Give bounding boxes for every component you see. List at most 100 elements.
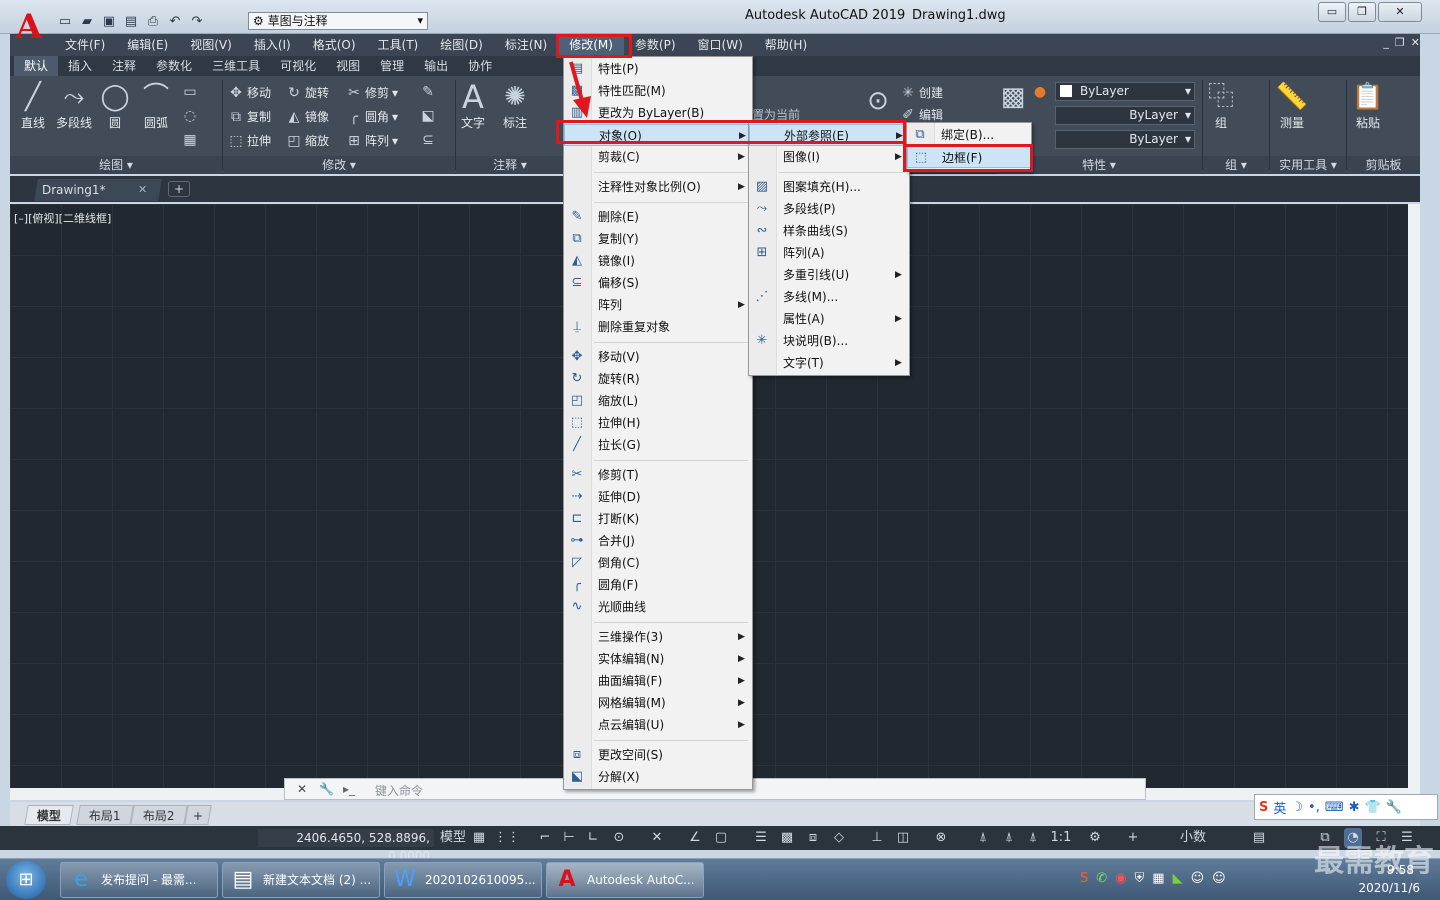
modify-menu-item[interactable]: ◭ 镜像(I) — [564, 250, 752, 272]
color-wheel[interactable]: ● — [1032, 84, 1048, 100]
sogou-tray-icon[interactable]: S — [1080, 871, 1088, 886]
network-icon[interactable]: ▦ — [1152, 871, 1164, 886]
modify-menu-item[interactable]: ⊏ 打断(K) — [564, 508, 752, 530]
dynamic-ucs-icon[interactable]: ⊥ — [868, 828, 886, 848]
isodraft-icon[interactable]: ✕ — [648, 828, 666, 848]
modify-menu-item[interactable]: ⬚ 拉伸(H) — [564, 412, 752, 434]
modify-menu-item[interactable]: ╱ 拉长(G) — [564, 434, 752, 456]
object-menu-item[interactable]: ✳ 块说明(B)... — [749, 330, 909, 352]
modify-menu-item[interactable]: ⍊ 删除重复对象 — [564, 316, 752, 338]
3d-osnap-icon[interactable]: ◇ — [830, 828, 848, 848]
shield-icon[interactable]: ⛨ — [1135, 871, 1145, 886]
menu-parametric[interactable]: 参数(P) — [624, 34, 687, 56]
qq-icon-2[interactable]: ☺ — [1212, 871, 1226, 886]
selection-cycling-icon[interactable]: ⧈ — [804, 828, 822, 848]
group-panel-title[interactable]: 组 ▾ — [1203, 156, 1269, 174]
tab-default[interactable]: 默认 — [14, 56, 59, 76]
object-menu-item[interactable]: ⋰ 多线(M)... — [749, 286, 909, 308]
units-select[interactable]: 小数 — [1178, 828, 1208, 848]
taskbar-ie[interactable]: e 发布提问 - 最需... — [60, 862, 218, 898]
object-menu-item[interactable]: ⤳ 多段线(P) — [749, 198, 909, 220]
transparency-icon[interactable]: ▩ — [778, 828, 796, 848]
trim-button[interactable]: ✂ 修剪 ▾ — [346, 84, 398, 101]
linetype-select[interactable]: ByLayer — [1055, 106, 1195, 125]
tab-visualize[interactable]: 可视化 — [270, 56, 326, 76]
dimension-button[interactable]: ✺ 标注 — [498, 80, 532, 131]
selection-filter-icon[interactable]: ◫ — [894, 828, 912, 848]
set-current-layer-button[interactable]: 置为当前 — [752, 106, 800, 123]
menu-file[interactable]: 文件(F) — [54, 34, 116, 56]
menu-dimension[interactable]: 标注(N) — [494, 34, 558, 56]
command-input[interactable]: 键入命令 — [375, 782, 423, 799]
modify-menu-item[interactable]: ⊶ 合并(J) — [564, 530, 752, 552]
tab-annotate[interactable]: 注释 — [102, 56, 146, 76]
object-menu-item[interactable]: 文字(T) ▶ — [749, 352, 909, 374]
modify-menu-item[interactable]: ⬕ 分解(X) — [564, 766, 752, 788]
offset-button[interactable]: ⊆ — [420, 132, 436, 148]
gear-icon[interactable]: ⚙ — [1086, 828, 1104, 848]
menu-help[interactable]: 帮助(H) — [754, 34, 818, 56]
gizmo-icon[interactable]: ⊗ — [932, 828, 950, 848]
ime-language-toggle[interactable]: 英 — [1273, 798, 1286, 817]
modify-menu-item[interactable]: ↻ 旋转(R) — [564, 368, 752, 390]
add-icon[interactable]: + — [1124, 828, 1142, 848]
object-snap-icon[interactable]: ▢ — [712, 828, 730, 848]
start-button[interactable]: ⊞ — [6, 861, 46, 899]
wechat-icon[interactable]: ✆ — [1096, 871, 1107, 886]
tab-model[interactable]: 模型 — [24, 805, 74, 825]
modify-menu-item[interactable]: 剪裁(C) ▶ — [564, 146, 752, 168]
object-menu-item[interactable]: 图像(I) ▶ — [749, 146, 909, 168]
tab-insert[interactable]: 插入 — [58, 56, 102, 76]
taskbar-notepad[interactable]: ▤ 新建文本文档 (2) ... — [222, 862, 380, 898]
modify-menu-item[interactable]: ⇢ 延伸(D) — [564, 486, 752, 508]
modify-menu-item[interactable]: ✥ 移动(V) — [564, 346, 752, 368]
annotation-visibility-icon[interactable]: ⍋ — [974, 828, 992, 848]
region-button[interactable]: ▦ — [182, 132, 198, 148]
close-icon[interactable]: ✕ — [138, 183, 147, 196]
nvidia-icon[interactable]: ◣ — [1173, 871, 1183, 886]
lineweight-icon[interactable]: ☰ — [752, 828, 770, 848]
taskbar-document[interactable]: W 2020102610095... — [384, 862, 542, 898]
undo-icon[interactable]: ↶ — [166, 12, 184, 30]
color-select[interactable]: ByLayer — [1055, 82, 1195, 101]
menu-insert[interactable]: 插入(I) — [243, 34, 302, 56]
skin-icon[interactable]: ✱ — [1349, 800, 1360, 815]
minimize-button[interactable]: ▭ — [1318, 2, 1346, 22]
measure-button[interactable]: 📏 测量 — [1272, 80, 1312, 131]
modify-menu-item[interactable]: ⧈ 更改空间(S) — [564, 744, 752, 766]
tab-layout2[interactable]: 布局2 — [130, 805, 188, 825]
menu-modify[interactable]: 修改(M) — [558, 34, 624, 56]
object-snap-tracking-icon[interactable]: ∠ — [686, 828, 704, 848]
modify-menu-item[interactable]: 点云编辑(U) ▶ — [564, 714, 752, 736]
modify-menu-item[interactable]: 实体编辑(N) ▶ — [564, 648, 752, 670]
hatch-button[interactable]: ◌ — [182, 108, 198, 124]
annotation-scale-select[interactable]: 1:1 — [1046, 828, 1076, 848]
move-button[interactable]: ✥ 移动 — [228, 84, 271, 101]
doc-close-button[interactable]: ✕ — [1411, 36, 1420, 49]
viewport-controls[interactable]: [–][俯视][二维线框] — [14, 210, 111, 226]
explode-button[interactable]: ⬕ — [420, 108, 436, 124]
modify-menu-item[interactable]: 阵列 ▶ — [564, 294, 752, 316]
auto-scale-icon[interactable]: ⍋ — [1000, 828, 1018, 848]
save-as-icon[interactable]: ▤ — [122, 12, 140, 30]
modify-menu-item[interactable]: ⊆ 偏移(S) — [564, 272, 752, 294]
match-properties-button[interactable]: ▩ — [996, 80, 1030, 114]
moon-icon[interactable]: ☽ — [1291, 800, 1303, 815]
workspace-select[interactable]: ⚙ 草图与注释 — [248, 12, 428, 30]
taskbar-autocad[interactable]: A Autodesk AutoC... — [546, 862, 704, 898]
doc-restore-button[interactable]: ❐ — [1395, 36, 1405, 49]
modify-menu-item[interactable]: 曲面编辑(F) ▶ — [564, 670, 752, 692]
tab-manage[interactable]: 管理 — [370, 56, 414, 76]
polar-icon[interactable]: ⊙ — [610, 828, 628, 848]
fillet-button[interactable]: ╭ 圆角 ▾ — [346, 108, 398, 125]
paste-button[interactable]: 📋 粘贴 — [1350, 80, 1386, 131]
object-menu-item[interactable]: ⊞ 阵列(A) — [749, 242, 909, 264]
menu-draw[interactable]: 绘图(D) — [429, 34, 494, 56]
save-icon[interactable]: ▣ — [100, 12, 118, 30]
tab-parametric[interactable]: 参数化 — [146, 56, 202, 76]
xref-menu-item[interactable]: ⧉ 绑定(B)... — [907, 124, 1031, 146]
xref-menu-item[interactable]: ⬚ 边框(F) — [907, 146, 1031, 168]
object-menu-item[interactable]: 多重引线(U) ▶ — [749, 264, 909, 286]
grid-icon[interactable]: ▦ — [470, 828, 488, 848]
new-tab-button[interactable]: + — [168, 181, 190, 197]
